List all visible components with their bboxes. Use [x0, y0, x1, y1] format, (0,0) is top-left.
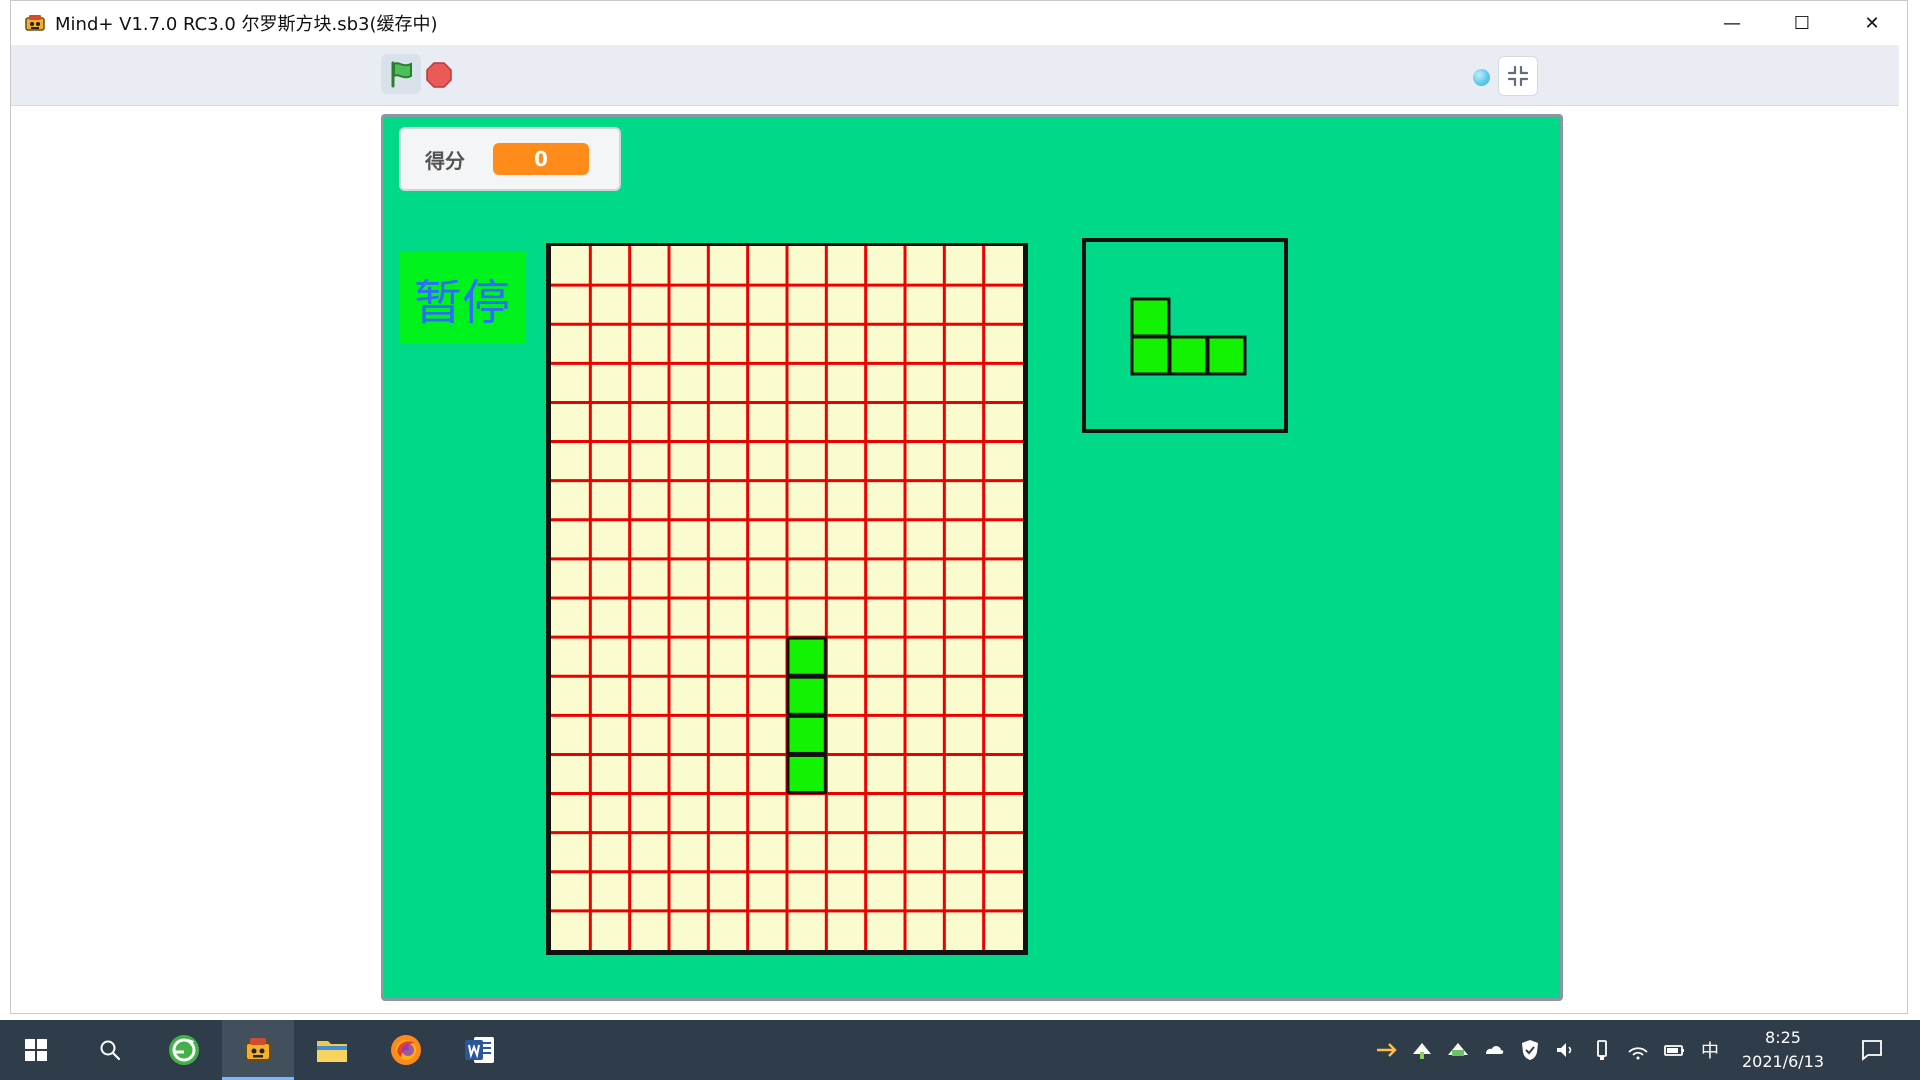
taskbar-item-file-explorer[interactable]: [296, 1020, 368, 1080]
next-piece-block: [1130, 297, 1171, 338]
shrink-stage-icon: [1507, 65, 1529, 87]
tray-cloud-icon[interactable]: [1480, 1036, 1508, 1064]
search-icon: [100, 1040, 121, 1061]
taskbar-item-firefox[interactable]: [370, 1020, 442, 1080]
active-piece-block: [786, 636, 827, 677]
green-flag-button[interactable]: [381, 54, 421, 94]
next-piece-block: [1130, 335, 1171, 376]
stop-icon: [426, 62, 452, 88]
maximize-button[interactable]: ☐: [1767, 1, 1837, 45]
game-stage[interactable]: 得分 0 暂停: [381, 114, 1563, 1001]
next-piece-block: [1206, 335, 1247, 376]
active-piece-block: [786, 753, 827, 795]
language-indicator[interactable]: 中: [1696, 1036, 1724, 1064]
battery-icon[interactable]: [1660, 1036, 1688, 1064]
active-piece-block: [786, 675, 827, 716]
shrink-stage-button[interactable]: [1498, 56, 1538, 96]
notification-center-icon[interactable]: [1858, 1036, 1886, 1064]
stage-toolbar: [11, 45, 1899, 106]
active-piece-block: [786, 714, 827, 755]
tray-network-manager-icon[interactable]: [1408, 1036, 1436, 1064]
title-bar: Mind+ V1.7.0 RC3.0 尔罗斯方块.sb3(缓存中) — ☐ ✕: [11, 1, 1907, 45]
maximize-icon: ☐: [1793, 12, 1811, 34]
robot-icon: [245, 1038, 271, 1061]
score-label: 得分: [425, 148, 465, 173]
minimize-button[interactable]: —: [1697, 1, 1767, 45]
next-piece-grid: [1130, 297, 1247, 376]
close-button[interactable]: ✕: [1837, 1, 1907, 45]
next-piece-block: [1168, 335, 1209, 376]
taskbar-item-browser[interactable]: [148, 1020, 220, 1080]
tray-app-icon[interactable]: [1444, 1036, 1472, 1064]
stop-button[interactable]: [425, 61, 453, 89]
wifi-icon[interactable]: [1624, 1036, 1652, 1064]
word-icon: [465, 1037, 494, 1063]
volume-icon[interactable]: [1552, 1036, 1580, 1064]
windows-start-icon: [25, 1039, 47, 1061]
start-button[interactable]: [0, 1020, 72, 1080]
taskbar-search-button[interactable]: [74, 1020, 146, 1080]
security-shield-icon[interactable]: [1516, 1036, 1544, 1064]
score-value: 0: [493, 143, 589, 175]
clock-date: 2021/6/13: [1741, 1052, 1825, 1071]
window-controls: — ☐ ✕: [1697, 1, 1907, 45]
tetris-board: [546, 243, 1028, 955]
firefox-icon: [391, 1035, 421, 1065]
next-piece-preview: [1082, 238, 1288, 433]
mindplus-window: Mind+ V1.7.0 RC3.0 尔罗斯方块.sb3(缓存中) — ☐ ✕: [10, 0, 1908, 1014]
system-clock[interactable]: 8:25 2021/6/13: [1730, 1026, 1836, 1074]
taskbar-item-mindplus[interactable]: [222, 1020, 294, 1080]
minimize-icon: —: [1723, 12, 1741, 34]
flag-icon: [391, 61, 412, 88]
tray-update-icon[interactable]: [1372, 1036, 1400, 1064]
window-title: Mind+ V1.7.0 RC3.0 尔罗斯方块.sb3(缓存中): [55, 14, 438, 35]
taskbar-item-word[interactable]: [444, 1020, 516, 1080]
mindplus-app-icon: [23, 12, 47, 34]
close-icon: ✕: [1864, 12, 1880, 34]
circular-arrow-icon: [169, 1035, 199, 1065]
usb-drive-icon[interactable]: [1588, 1036, 1616, 1064]
score-monitor: 得分 0: [399, 127, 621, 191]
tetris-grid: [551, 246, 1023, 950]
pause-button[interactable]: 暂停: [399, 252, 525, 344]
clock-time: 8:25: [1765, 1028, 1801, 1047]
windows-taskbar: 中 8:25 2021/6/13: [0, 1020, 1920, 1080]
status-dot-icon: [1473, 69, 1490, 86]
folder-icon: [317, 1041, 347, 1062]
